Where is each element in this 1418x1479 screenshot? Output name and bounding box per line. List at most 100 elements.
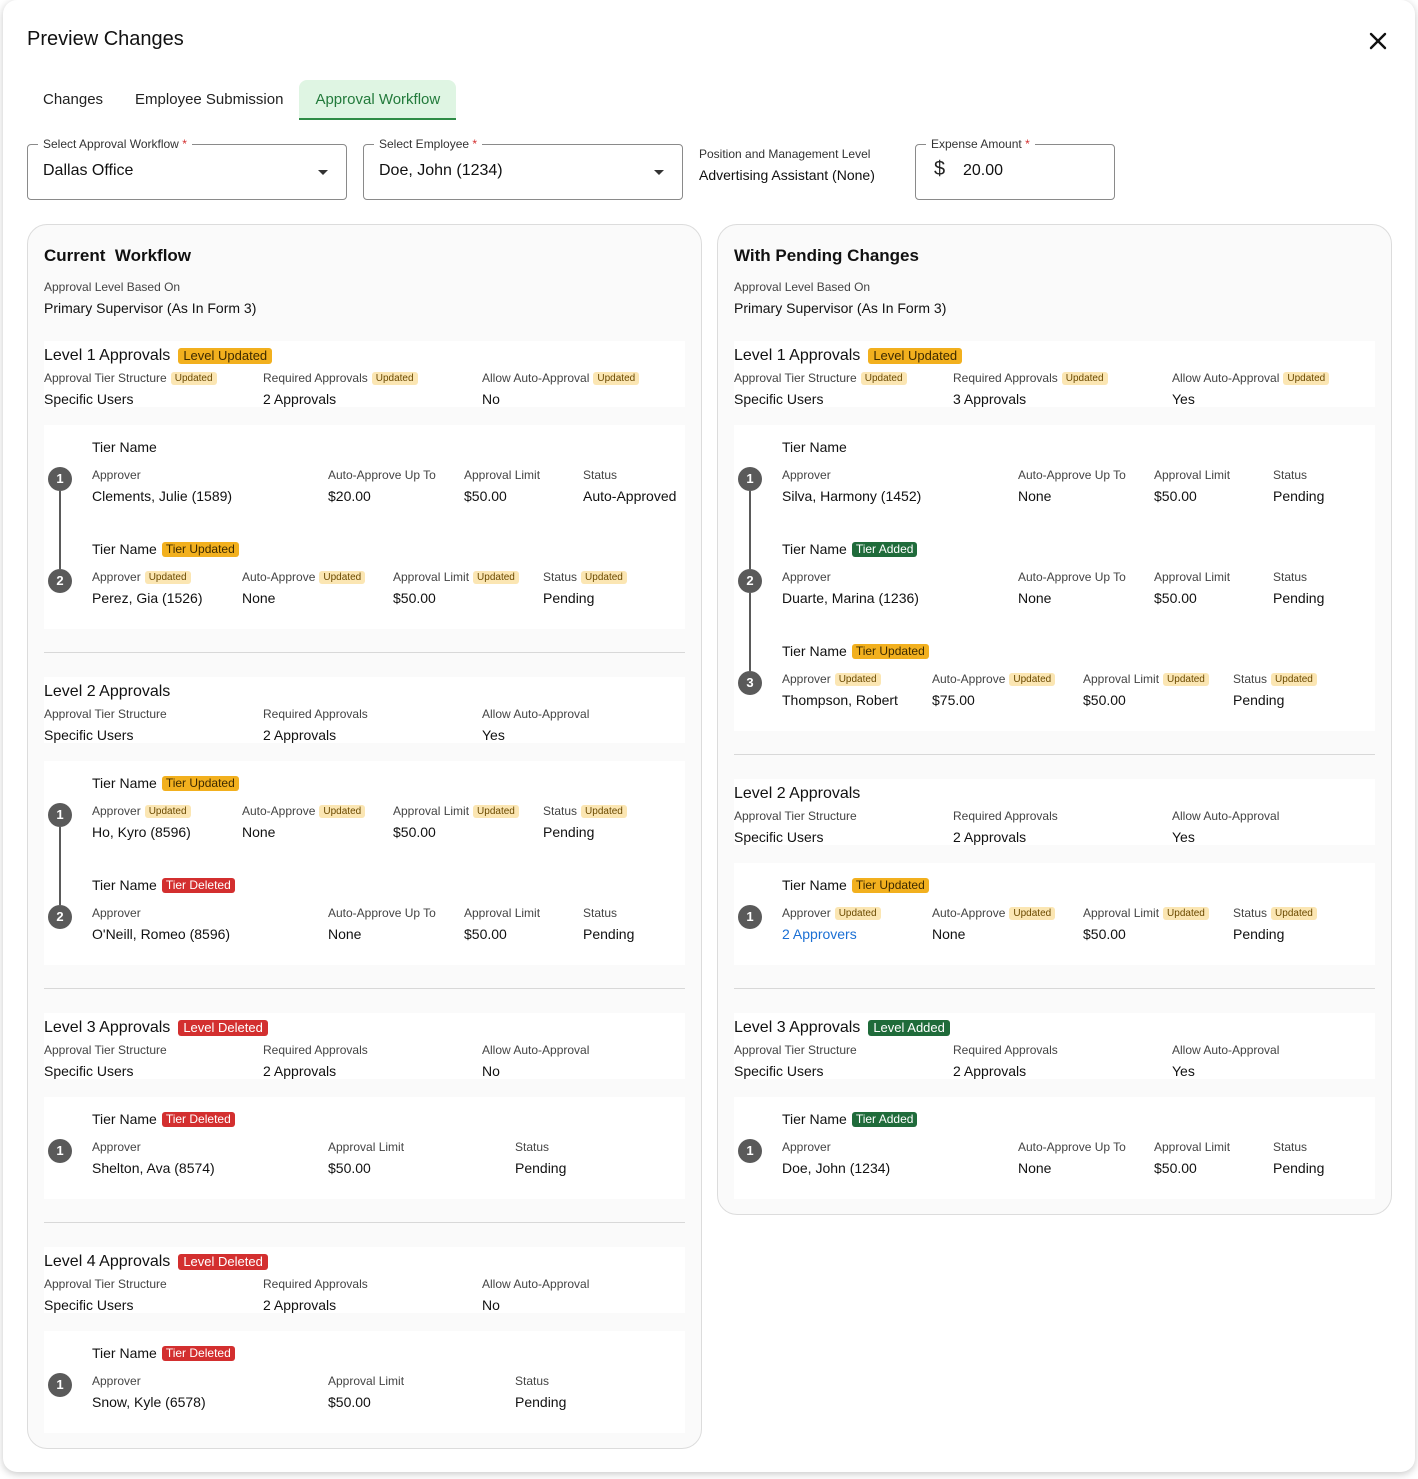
tier-structure-label-text: Approval Tier Structure xyxy=(44,707,167,721)
close-icon[interactable] xyxy=(1365,28,1391,54)
tier-status-badge: Tier Updated xyxy=(851,643,929,659)
tier-number: 2 xyxy=(48,905,72,929)
tab-approval-workflow[interactable]: Approval Workflow xyxy=(299,80,457,120)
level-header: Level 2 Approvals Approval Tier Structure… xyxy=(734,779,1375,845)
workflow-select-value: Dallas Office xyxy=(43,162,134,179)
approval-limit-field: Approval Limit $50.00 xyxy=(328,1140,404,1176)
tier-list: 1 Tier Name Tier Updated Approver Updated 2 A… xyxy=(734,863,1375,965)
auto-up-to-value: $20.00 xyxy=(328,488,371,504)
status-label: Status xyxy=(515,1374,566,1388)
auto-up-to-field: Auto-Approve Up To None xyxy=(1018,570,1126,606)
tier-number: 2 xyxy=(738,569,762,593)
tier-name: Tier Name Tier Deleted xyxy=(92,1345,235,1361)
level-divider xyxy=(44,988,685,989)
status-value: Pending xyxy=(1273,488,1325,504)
approver-field: Approver Updated Perez, Gia (1526) xyxy=(92,570,203,606)
status-field: Status Pending xyxy=(583,906,634,942)
updated-chip: Updated xyxy=(1009,907,1056,920)
approval-limit-label: Approval Limit xyxy=(1154,570,1230,584)
required-approvals-value: 2 Approvals xyxy=(953,1063,1027,1079)
tier-status-badge: Tier Deleted xyxy=(161,1111,235,1127)
position-info: Position and Management Level Advertisin… xyxy=(699,147,875,183)
required-approvals-label: Required Approvals Updated xyxy=(953,371,1108,385)
approval-limit-label-text: Approval Limit xyxy=(1083,906,1160,920)
required-approvals-label-text: Required Approvals xyxy=(263,371,368,385)
approver-label-text: Approver xyxy=(92,1140,141,1154)
tier-list: 1 Tier Name Approver Clements, Julie (1589)… xyxy=(44,425,685,629)
allow-auto-approval-field: Allow Auto-Approval Updated No xyxy=(482,371,640,407)
employee-select[interactable]: Select Employee * Doe, John (1234) xyxy=(363,136,683,200)
approval-limit-label-text: Approval Limit xyxy=(393,570,470,584)
tier-structure-value: Specific Users xyxy=(734,829,824,845)
approval-limit-field: Approval Limit $50.00 xyxy=(328,1374,404,1410)
workflow-select[interactable]: Select Approval Workflow * Dallas Office xyxy=(27,136,347,200)
tier-status-badge: Tier Deleted xyxy=(161,1345,235,1361)
status-label: Status Updated xyxy=(1233,672,1317,686)
updated-chip: Updated xyxy=(581,805,627,818)
status-label-text: Status xyxy=(515,1374,550,1388)
auto-approve-field: Auto-Approve Updated None xyxy=(242,570,366,606)
tab-changes[interactable]: Changes xyxy=(27,80,119,120)
auto-approve-value: None xyxy=(242,590,276,606)
required-approvals-field: Required Approvals Updated 3 Approvals xyxy=(953,371,1108,407)
allow-auto-approval-field: Allow Auto-Approval Updated Yes xyxy=(1172,371,1330,407)
dialog-title: Preview Changes xyxy=(27,28,184,50)
basis-label: Approval Level Based On xyxy=(734,280,871,294)
tab-employee-submission[interactable]: Employee Submission xyxy=(119,80,299,120)
allow-auto-approval-value: No xyxy=(482,1063,500,1079)
approvers-link[interactable]: 2 Approvers xyxy=(782,926,881,942)
auto-approve-label-text: Auto-Approve xyxy=(932,672,1006,686)
auto-up-to-field: Auto-Approve Up To None xyxy=(328,906,436,942)
approver-label-text: Approver xyxy=(92,804,141,818)
expense-amount-field[interactable]: Expense Amount * $ 20.00 xyxy=(915,136,1115,200)
approver-label: Approver xyxy=(92,906,230,920)
approver-label-text: Approver xyxy=(92,570,141,584)
current-workflow-panel: Current Workflow Approval Level Based On… xyxy=(27,224,702,1449)
level-divider xyxy=(734,754,1375,755)
expense-amount-label: Expense Amount xyxy=(931,137,1022,151)
approval-limit-label: Approval Limit xyxy=(1154,1140,1230,1154)
level-status-badge: Level Updated xyxy=(868,348,963,364)
status-value: Pending xyxy=(543,824,595,840)
approval-limit-label: Approval Limit Updated xyxy=(1083,672,1209,686)
approver-value: Thompson, Robert xyxy=(782,692,898,708)
auto-up-to-label: Auto-Approve Up To xyxy=(1018,1140,1126,1154)
tier-structure-label: Approval Tier Structure xyxy=(734,1043,857,1057)
tier-name-label: Tier Name xyxy=(92,775,157,791)
status-value: Pending xyxy=(1273,1160,1325,1176)
level-title: Level 1 Approvals Level Updated xyxy=(44,347,273,365)
approval-limit-label-text: Approval Limit xyxy=(1083,672,1160,686)
status-field: Status Pending xyxy=(1273,468,1324,504)
required-marker: * xyxy=(182,137,187,151)
tier-structure-field: Approval Tier Structure Updated Specific U… xyxy=(44,371,217,407)
tier-structure-label-text: Approval Tier Structure xyxy=(44,1277,167,1291)
tier-name: Tier Name Tier Deleted xyxy=(92,1111,235,1127)
level-title: Level 3 Approvals Level Deleted xyxy=(44,1019,268,1037)
tier-number: 1 xyxy=(738,905,762,929)
position-value: Advertising Assistant (None) xyxy=(699,167,875,183)
approval-limit-value: $50.00 xyxy=(393,590,436,606)
allow-auto-approval-field: Allow Auto-Approval Yes xyxy=(482,707,589,743)
tier-row: 1 Tier Name Approver Clements, Julie (1589)… xyxy=(44,439,685,569)
tier-row: 1 Tier Name Approver Silva, Harmony (1452) A… xyxy=(734,439,1375,569)
auto-up-to-label: Auto-Approve Up To xyxy=(328,906,436,920)
status-field: Status Updated Pending xyxy=(1233,906,1317,942)
required-approvals-label: Required Approvals xyxy=(953,1043,1058,1057)
updated-chip: Updated xyxy=(834,907,881,920)
level-header: Level 3 Approvals Level Deleted Approval T… xyxy=(44,1013,685,1079)
level-status-badge: Level Deleted xyxy=(178,1020,268,1036)
status-field: Status Pending xyxy=(1273,570,1324,606)
allow-auto-approval-value: Yes xyxy=(1172,1063,1195,1079)
allow-auto-approval-value: Yes xyxy=(1172,829,1195,845)
allow-auto-approval-label-text: Allow Auto-Approval xyxy=(482,1277,590,1291)
required-approvals-field: Required Approvals 2 Approvals xyxy=(263,1043,368,1079)
level-title: Level 3 Approvals Level Added xyxy=(734,1019,950,1037)
status-value: Auto-Approved xyxy=(583,488,677,504)
approval-limit-value: $50.00 xyxy=(393,824,436,840)
allow-auto-approval-label-text: Allow Auto-Approval xyxy=(1172,809,1280,823)
approver-field: Approver Snow, Kyle (6578) xyxy=(92,1374,206,1410)
allow-auto-approval-label: Allow Auto-Approval xyxy=(1172,809,1279,823)
allow-auto-approval-field: Allow Auto-Approval Yes xyxy=(1172,1043,1279,1079)
level-divider xyxy=(734,988,1375,989)
tier-structure-label: Approval Tier Structure Updated xyxy=(44,371,217,385)
